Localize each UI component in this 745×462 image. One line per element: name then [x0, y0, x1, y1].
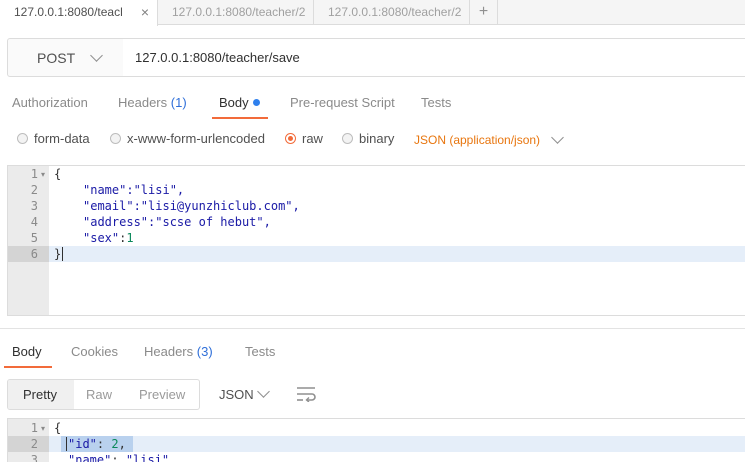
tab-headers[interactable]: Headers (1)	[118, 95, 187, 110]
code-line: {	[54, 421, 62, 435]
raw-label[interactable]: raw	[302, 131, 323, 146]
response-format-select[interactable]: JSON	[219, 387, 254, 402]
active-line-highlight	[8, 246, 745, 262]
code-line: "name": "lisi"	[68, 453, 170, 462]
code-line: "sex":1	[83, 231, 134, 245]
response-tab-body[interactable]: Body	[12, 344, 42, 359]
content-type-select[interactable]: JSON (application/json)	[414, 133, 540, 147]
urlencoded-radio[interactable]	[110, 133, 121, 144]
add-tab-button[interactable]: +	[470, 0, 498, 25]
url-input[interactable]: 127.0.0.1:8080/teacher/save	[123, 38, 745, 77]
fold-arrow-icon[interactable]: ▾	[41, 424, 45, 433]
line-number: 3	[30, 453, 38, 462]
form-data-radio[interactable]	[17, 133, 28, 144]
tab-headers-label: Headers	[118, 95, 168, 110]
response-tab-cookies[interactable]: Cookies	[71, 344, 118, 359]
form-data-label[interactable]: form-data	[34, 131, 90, 146]
chevron-down-icon[interactable]	[551, 131, 564, 144]
binary-radio[interactable]	[342, 133, 353, 144]
tab-title: 127.0.0.1:8080/teacher/2	[172, 5, 306, 19]
method-label: POST	[37, 50, 76, 66]
response-headers-count: (3)	[196, 344, 213, 359]
response-tab-headers[interactable]: Headers (3)	[144, 344, 213, 359]
section-divider	[0, 328, 745, 329]
tab-body-underline	[212, 117, 268, 119]
line-number: 1	[30, 421, 38, 435]
line-number: 2	[30, 183, 38, 197]
request-tab-1[interactable]: 127.0.0.1:8080/teacl ×	[0, 0, 158, 26]
fold-arrow-icon[interactable]: ▾	[41, 170, 45, 179]
line-number: 3	[30, 199, 38, 213]
code-line: "id": 2,	[68, 437, 126, 451]
raw-radio[interactable]	[285, 133, 296, 144]
chevron-down-icon	[90, 49, 103, 62]
text-cursor	[62, 247, 63, 261]
code-line: {	[54, 167, 62, 181]
tab-authorization[interactable]: Authorization	[12, 95, 88, 110]
headers-count: (1)	[170, 95, 187, 110]
pretty-button[interactable]: Pretty	[8, 380, 74, 409]
response-tab-tests[interactable]: Tests	[245, 344, 275, 359]
urlencoded-label[interactable]: x-www-form-urlencoded	[127, 131, 265, 146]
code-line: "address":"scse of hebut",	[83, 215, 271, 229]
response-headers-label: Headers	[144, 344, 194, 359]
line-number: 1	[30, 167, 38, 181]
binary-label[interactable]: binary	[359, 131, 394, 146]
code-line: "email":"lisi@yunzhiclub.com",	[83, 199, 300, 213]
response-body-editor[interactable]: 1 ▾ 2 3 { "id": 2, "name": "lisi"	[7, 418, 745, 462]
code-line: "name":"lisi",	[83, 183, 185, 197]
body-modified-dot-icon	[253, 99, 260, 106]
request-tab-3[interactable]: 127.0.0.1:8080/teacher/2	[314, 0, 470, 25]
response-tab-body-underline	[4, 366, 52, 368]
line-number: 4	[30, 215, 38, 229]
tab-pre-request-script[interactable]: Pre-request Script	[290, 95, 395, 110]
method-select[interactable]: POST	[7, 38, 124, 77]
raw-button[interactable]: Raw	[86, 380, 112, 409]
code-line: }	[54, 247, 62, 261]
preview-button[interactable]: Preview	[139, 380, 185, 409]
tab-title: 127.0.0.1:8080/teacl	[14, 5, 123, 19]
request-tab-bar: 127.0.0.1:8080/teacl × 127.0.0.1:8080/te…	[0, 0, 745, 26]
request-body-editor[interactable]: 1 ▾ 2 3 4 5 6 { "name":"lisi", "email":"…	[7, 165, 745, 316]
tab-title: 127.0.0.1:8080/teacher/2	[328, 5, 462, 19]
tab-tests[interactable]: Tests	[421, 95, 451, 110]
chevron-down-icon[interactable]	[257, 385, 270, 398]
line-number: 2	[30, 437, 38, 451]
text-cursor	[66, 437, 67, 451]
close-tab-icon[interactable]: ×	[141, 0, 149, 24]
line-number: 6	[30, 247, 38, 261]
view-mode-group: Pretty Raw Preview	[7, 379, 200, 410]
request-tab-2[interactable]: 127.0.0.1:8080/teacher/2	[158, 0, 314, 25]
url-text: 127.0.0.1:8080/teacher/save	[135, 50, 300, 65]
wrap-lines-icon[interactable]	[296, 386, 316, 402]
tab-body[interactable]: Body	[219, 95, 249, 110]
line-number: 5	[30, 231, 38, 245]
